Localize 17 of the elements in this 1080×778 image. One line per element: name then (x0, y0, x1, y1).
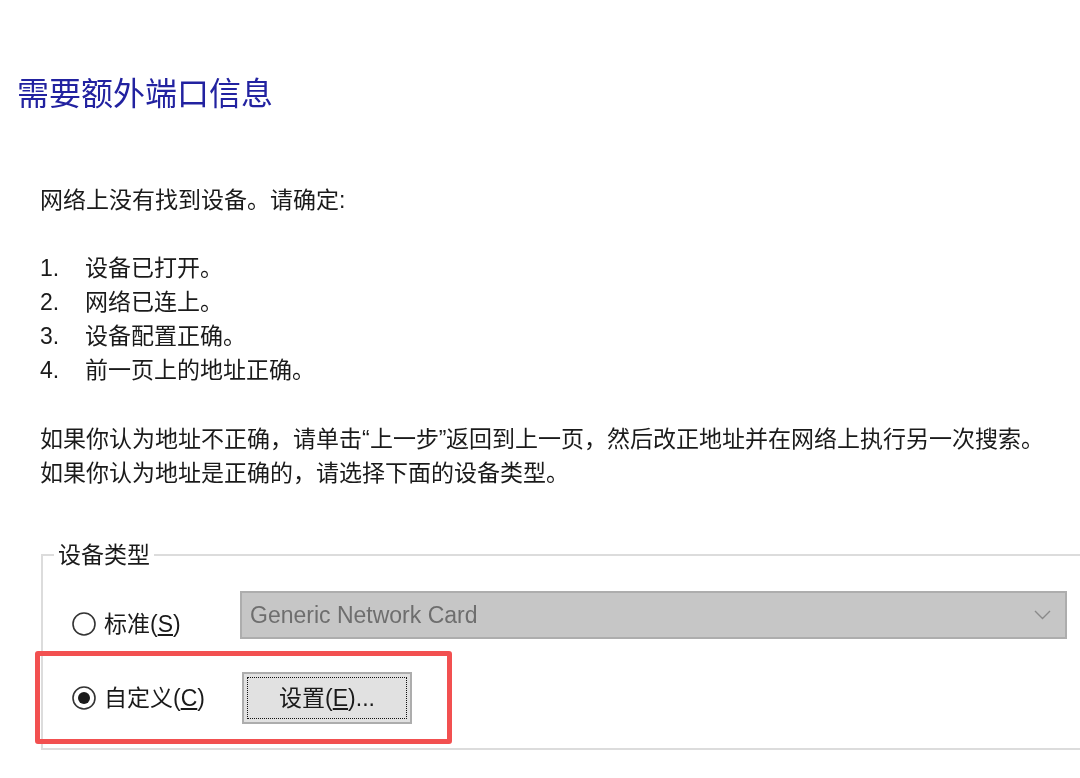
list-item-text: 网络已连上。 (85, 288, 223, 317)
instruction-text: 如果你认为地址是正确的，请选择下面的设备类型。 (40, 459, 569, 488)
list-number: 4. (40, 356, 61, 385)
radio-button[interactable]: 自定义(C) (72, 682, 240, 713)
list-item-text: 设备配置正确。 (85, 322, 246, 351)
settings-button[interactable]: 设置(E)... (242, 671, 412, 724)
list-number: 1. (40, 254, 61, 283)
radio-button[interactable]: 标准(S) (72, 609, 240, 639)
intro-text: 网络上没有找到设备。请确定: (40, 186, 346, 215)
list-item-text: 前一页上的地址正确。 (85, 356, 315, 385)
list-number: 2. (40, 288, 61, 317)
chevron-down-icon (1034, 610, 1051, 620)
list-item-text: 设备已打开。 (85, 254, 223, 283)
page-heading: 需要额外端口信息 (17, 76, 273, 112)
group-title: 设备类型 (57, 542, 151, 568)
instruction-text: 如果你认为地址不正确，请单击“上一步”返回到上一页，然后改正地址并在网络上执行另一次搜索。 (40, 425, 1045, 454)
list-number: 3. (40, 322, 61, 351)
